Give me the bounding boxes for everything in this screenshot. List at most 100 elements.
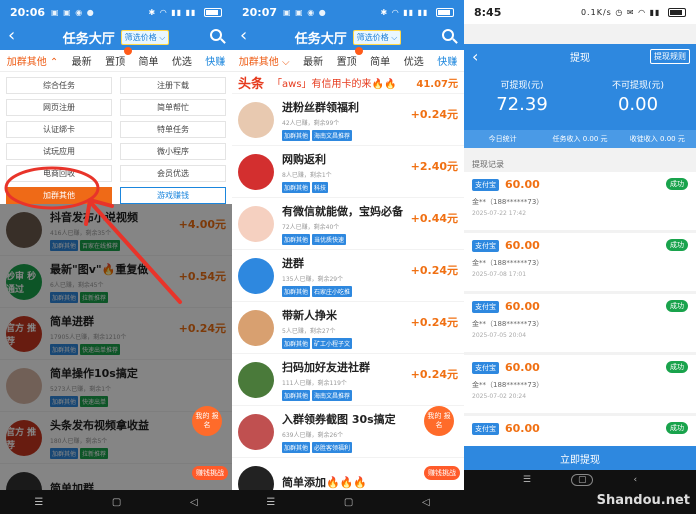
back-nav-icon[interactable]: ◁ [190,497,198,508]
search-icon[interactable] [442,29,454,41]
tab-simple[interactable]: 简单 [363,53,397,68]
task-price: +0.24元 [410,108,458,121]
available-value: 72.39 [496,94,548,115]
tab-top[interactable]: 置顶 [98,47,132,68]
task-tag: 当优质快速 [312,233,347,245]
unavailable-balance: 不可提现(元) 0.00 [580,68,696,130]
task-info: 简单加群 [50,480,226,490]
headline-amount: 41.07元 [416,79,458,90]
task-tag: 海南文昌推荐 [312,389,353,401]
task-row[interactable]: 抖音发布小说视频 416人已赚，剩余35个 加群其他 百家在线推荐 +4.00元 [0,204,232,256]
category-grid: 综合任务 注册下载 网页注册 简单帮忙 认证绑卡 特单任务 试玩应用 微小程序 … [0,72,232,204]
back-icon[interactable]: ‹ [8,26,15,46]
menu-icon[interactable]: ☰ [523,475,531,485]
status-time: 8:45 [474,5,502,19]
record-top: 支付宝 60.00 [472,239,688,252]
home-icon[interactable]: ▢ [344,497,353,508]
back-icon[interactable]: ‹ [472,47,478,66]
tab-preferred[interactable]: 优选 [165,53,198,68]
earn-challenge-button[interactable]: 赚钱挑战 [424,466,460,480]
balance-card: 可提现(元) 72.39 不可提现(元) 0.00 [464,68,696,130]
task-tag: 矿工小程子文 [312,337,353,349]
task-price: +2.40元 [410,160,458,173]
record-label: 提现记录 [464,156,696,172]
category-trial-app[interactable]: 试玩应用 [6,143,112,160]
category-member[interactable]: 会员优选 [120,165,226,182]
tab-simple[interactable]: 简单 [132,53,165,68]
task-tags: 加群其他 科技 [282,181,458,193]
my-signup-button[interactable]: 我的 报名 [424,406,454,436]
category-verify-card[interactable]: 认证绑卡 [6,121,112,138]
withdraw-button[interactable]: 立即提现 [464,446,696,470]
category-web-register[interactable]: 网页注册 [6,99,112,116]
back-nav-icon[interactable]: ‹ [633,475,637,485]
category-ecommerce[interactable]: 电商回收 [6,165,112,182]
earn-challenge-button[interactable]: 赚钱挑战 [192,466,228,480]
menu-icon[interactable]: ☰ [266,497,275,508]
record-account: 金**（188******73） [472,381,544,389]
status-bar: 8:45 0.1K/s ◷ ✉ ◠ ▮▮ [464,0,696,24]
tab-quick-earn[interactable]: 快赚 [199,53,232,68]
task-row[interactable]: 网购返利 8人已赚，剩余1个 加群其他 科技 +2.40元 [232,146,464,198]
task-row[interactable]: 带新人挣米 5人已赚，剩余27个 加群其他 矿工小程子文 +0.24元 [232,302,464,354]
tab-quick-earn[interactable]: 快赚 [431,53,465,68]
stats-today[interactable]: 今日统计 [464,134,541,144]
headline-banner[interactable]: 头条 「aws」有信用卡的来🔥🔥 41.07元 [232,72,464,94]
tab-join-group[interactable]: 加群其他 ⌃ [0,53,65,68]
tab-latest[interactable]: 最新 [65,53,98,68]
task-row[interactable]: 简单操作10s搞定 5273人已赚，剩余1个 加群其他 快速出单 [0,360,232,412]
tab-top[interactable]: 置顶 [330,47,364,68]
status-badge: 成功 [666,239,688,251]
status-time: 20:07 [242,5,278,19]
status-right-icons: ✱ ◠ ▮▮ ▮▮ [149,7,222,17]
search-icon[interactable] [210,29,222,41]
menu-icon[interactable]: ☰ [34,497,43,508]
filter-price-button[interactable]: 筛选价格 ⌵ [352,29,402,45]
task-tags: 加群其他 必胜客领福利 [282,441,458,453]
status-bar: 20:07 ▣ ▣ ◉ ● ✱ ◠ ▮▮ ▮▮ [232,0,464,24]
home-icon[interactable]: ▢ [112,497,121,508]
task-tag: 加群其他 [50,395,79,407]
task-row[interactable]: 官方 推荐 简单进群 17905人已赚，剩余1210个 加群其他 快速出单推荐 +… [0,308,232,360]
system-nav-bar: ☰ ▢ ◁ [0,490,232,514]
category-comprehensive[interactable]: 综合任务 [6,77,112,94]
alipay-badge: 支付宝 [472,300,499,313]
status-badge: 成功 [666,300,688,312]
task-row[interactable]: 进粉丝群领福利 42人已赚，剩余99个 加群其他 海南文昌推荐 +0.24元 [232,94,464,146]
task-info: 简单操作10s搞定 5273人已赚，剩余1个 加群其他 快速出单 [50,365,226,407]
task-tag: 拉新推荐 [80,447,109,459]
tab-join-group[interactable]: 加群其他 ⌵ [232,53,296,68]
category-mini-program[interactable]: 微小程序 [120,143,226,160]
back-nav-icon[interactable]: ◁ [422,497,430,508]
category-join-group[interactable]: 加群其他 [6,187,112,204]
task-avatar [238,309,274,346]
withdraw-rules-button[interactable]: 提现规则 [650,48,690,64]
task-row[interactable]: 进群 135人已赚，剩余29个 加群其他 石家庄小吃推 +0.24元 [232,250,464,302]
task-row[interactable]: 扫码加好友进社群 111人已赚，剩余119个 加群其他 海南文昌推荐 +0.24元 [232,354,464,406]
category-register-download[interactable]: 注册下载 [120,77,226,94]
panel-task-hall-1: 20:06 ▣ ▣ ◉ ● ✱ ◠ ▮▮ ▮▮ ‹ 任务大厅 筛选价格 ⌵ 加群… [0,0,232,514]
task-tags: 加群其他 当优质快速 [282,233,458,245]
home-icon[interactable]: ▢ [570,474,594,486]
back-icon[interactable]: ‹ [240,26,247,46]
page-title: 任务大厅 [62,31,115,47]
record-top: 支付宝 60.00 [472,300,688,313]
task-row[interactable]: 秒审 秒通过 最新"图v"🔥重复做 6人已赚，剩余45个 加群其他 拉新推荐 +0… [0,256,232,308]
panel-withdraw: 8:45 0.1K/s ◷ ✉ ◠ ▮▮ ‹ 提现 提现规则 可提现(元) 72… [464,0,696,514]
category-tabs: 加群其他 ⌃ 最新 置顶 简单 优选 快赚 [0,47,232,72]
category-game-earn[interactable]: 游戏赚钱 [120,187,226,204]
record-account: 金**（188******73） [472,320,544,328]
tab-preferred[interactable]: 优选 [397,53,431,68]
task-tag: 加群其他 [282,181,311,193]
filter-price-button[interactable]: 筛选价格 ⌵ [120,29,170,45]
category-simple-help[interactable]: 简单帮忙 [120,99,226,116]
task-tags: 加群其他 石家庄小吃推 [282,285,458,297]
task-tag: 快速出单推荐 [80,343,121,355]
withdraw-record: 支付宝 60.00 成功 金**（188******73） 2025-07-05… [464,294,696,352]
task-tags: 加群其他 快速出单推荐 [50,343,226,355]
my-signup-button[interactable]: 我的 报名 [192,406,222,436]
category-special-task[interactable]: 特单任务 [120,121,226,138]
tab-latest[interactable]: 最新 [296,53,330,68]
task-title: 简单操作10s搞定 [50,366,138,380]
task-row[interactable]: 有微信就能做，宝妈必备 72人已赚，剩余40个 加群其他 当优质快速 +0.44元 [232,198,464,250]
